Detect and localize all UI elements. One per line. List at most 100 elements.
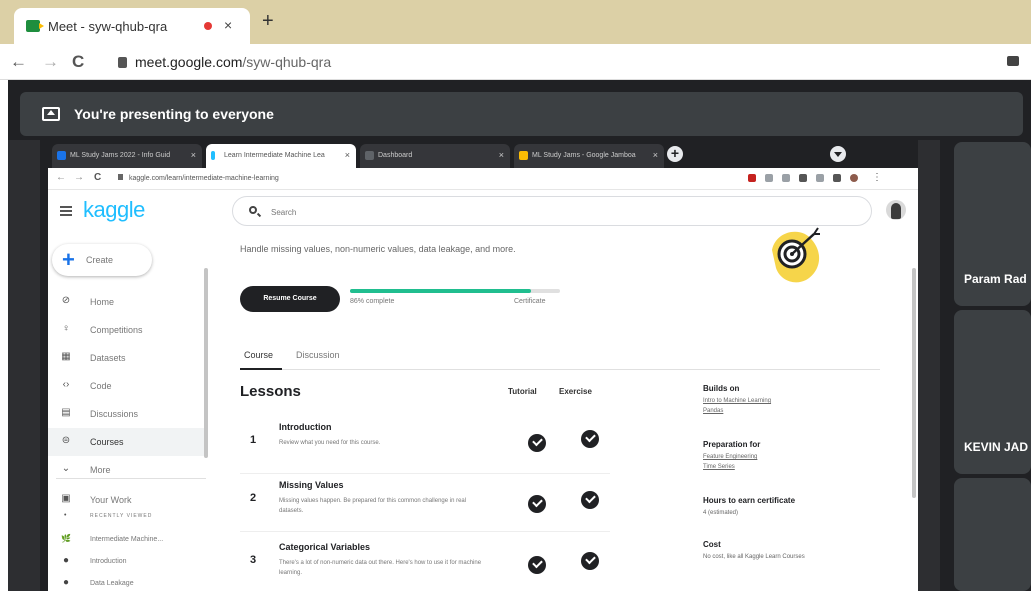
shared-address-bar: ← → C kaggle.com/learn/intermediate-mach… bbox=[48, 168, 918, 190]
new-tab-button[interactable]: + bbox=[262, 10, 274, 33]
tab-course[interactable]: Course bbox=[244, 350, 273, 360]
lesson-title[interactable]: Introduction bbox=[279, 422, 332, 432]
tutorial-complete-check-icon[interactable] bbox=[528, 434, 546, 452]
builds-on-heading: Builds on bbox=[703, 384, 740, 393]
lesson-number: 2 bbox=[250, 492, 257, 504]
lesson-description: Missing values happen. Be prepared for t… bbox=[279, 498, 467, 514]
shared-tab-active[interactable]: Learn Intermediate Machine Lea × bbox=[206, 144, 356, 168]
recently-viewed-label: RECENTLY VIEWED bbox=[90, 513, 153, 519]
presenting-banner: You're presenting to everyone bbox=[20, 92, 1023, 136]
tab-discussion[interactable]: Discussion bbox=[296, 350, 340, 360]
participant-tile[interactable]: Param Rad bbox=[954, 142, 1031, 306]
table-icon: ▦ bbox=[61, 351, 71, 362]
hamburger-menu-icon[interactable] bbox=[60, 206, 72, 216]
progress-bar-fill bbox=[350, 289, 531, 293]
media-icon[interactable] bbox=[816, 174, 824, 182]
tutorial-column-header: Tutorial bbox=[508, 387, 537, 396]
participant-tile[interactable] bbox=[954, 478, 1031, 591]
tutorial-complete-check-icon[interactable] bbox=[528, 495, 546, 513]
active-tab-indicator bbox=[240, 368, 282, 370]
sidebar-item-datasets[interactable]: ▦ Datasets bbox=[48, 344, 208, 372]
left-tile-strip bbox=[8, 140, 40, 591]
sidebar-item-more[interactable]: ⌄ More bbox=[48, 456, 208, 484]
recent-dot-icon: • bbox=[64, 512, 67, 519]
kaggle-logo[interactable]: kaggle bbox=[83, 197, 145, 223]
sidebar-item-label: Code bbox=[90, 381, 112, 391]
work-icon: ▣ bbox=[61, 493, 71, 504]
browser-menu-icon[interactable]: ⋮ bbox=[872, 172, 882, 183]
sidebar-item-home[interactable]: ⊘ Home bbox=[48, 288, 208, 316]
star-icon[interactable] bbox=[782, 174, 790, 182]
forward-arrow-icon[interactable]: → bbox=[74, 172, 84, 183]
chevron-down-icon: ⌄ bbox=[61, 463, 71, 474]
search-icon bbox=[249, 206, 257, 214]
user-avatar[interactable] bbox=[886, 200, 906, 220]
participant-tile[interactable]: KEVIN JAD bbox=[954, 310, 1031, 474]
cost-heading: Cost bbox=[703, 540, 721, 549]
lock-icon bbox=[118, 57, 127, 68]
shared-new-tab-button[interactable]: + bbox=[667, 146, 683, 162]
close-tab-icon[interactable]: × bbox=[191, 150, 196, 160]
sidebar-icon[interactable] bbox=[833, 174, 841, 182]
lesson-row[interactable]: 1 Introduction Review what you need for … bbox=[240, 416, 610, 474]
recent-item[interactable]: ● Data Leakage bbox=[48, 570, 208, 591]
back-arrow-icon[interactable]: ← bbox=[10, 52, 27, 72]
builds-on-link[interactable]: Pandas bbox=[703, 408, 723, 414]
close-tab-icon[interactable]: × bbox=[653, 150, 658, 160]
url-field[interactable]: meet.google.com/syw-qhub-qra bbox=[118, 54, 331, 70]
profile-avatar[interactable] bbox=[850, 174, 858, 182]
browser-address-bar: ← → C meet.google.com/syw-qhub-qra bbox=[0, 44, 1031, 80]
forward-arrow-icon[interactable]: → bbox=[42, 52, 59, 72]
create-button[interactable]: + Create bbox=[52, 244, 152, 276]
participant-name: Param Rad bbox=[964, 272, 1027, 286]
tab-search-icon[interactable] bbox=[830, 146, 846, 162]
extension-icon[interactable] bbox=[748, 174, 756, 182]
course-tabs: Course Discussion bbox=[240, 342, 880, 370]
lesson-number: 3 bbox=[250, 554, 257, 566]
browser-tab-bar: Meet - syw-qhub-qra × + bbox=[0, 0, 1031, 44]
extensions-puzzle-icon[interactable] bbox=[799, 174, 807, 182]
exercise-complete-check-icon[interactable] bbox=[581, 430, 599, 448]
lessons-heading: Lessons bbox=[240, 383, 301, 400]
lesson-description: There's a lot of non-numeric data out th… bbox=[279, 560, 482, 576]
back-arrow-icon[interactable]: ← bbox=[56, 172, 66, 183]
sidebar-scrollbar[interactable] bbox=[204, 268, 208, 458]
close-tab-icon[interactable]: × bbox=[345, 150, 350, 160]
shared-url-field[interactable]: kaggle.com/learn/intermediate-machine-le… bbox=[118, 174, 279, 182]
hours-heading: Hours to earn certificate bbox=[703, 496, 796, 505]
recent-item-label: Introduction bbox=[90, 558, 127, 565]
sidebar-item-competitions[interactable]: ♀ Competitions bbox=[48, 316, 208, 344]
shared-tab[interactable]: ML Study Jams - Google Jamboa × bbox=[514, 144, 664, 168]
lesson-title[interactable]: Categorical Variables bbox=[279, 542, 370, 552]
sidebar-item-your-work[interactable]: ▣ Your Work bbox=[48, 486, 208, 514]
lesson-row[interactable]: 2 Missing Values Missing values happen. … bbox=[240, 474, 610, 532]
lesson-title[interactable]: Missing Values bbox=[279, 480, 344, 490]
preparation-link[interactable]: Feature Engineering bbox=[703, 454, 757, 460]
exercise-complete-check-icon[interactable] bbox=[581, 491, 599, 509]
reload-icon[interactable]: C bbox=[72, 52, 84, 72]
main-scrollbar[interactable] bbox=[912, 268, 916, 498]
lesson-description: Review what you need for this course. bbox=[279, 440, 381, 446]
share-icon[interactable] bbox=[765, 174, 773, 182]
reload-icon[interactable]: C bbox=[94, 172, 101, 183]
browser-tab-meet[interactable]: Meet - syw-qhub-qra × bbox=[14, 8, 250, 44]
tutorial-complete-check-icon[interactable] bbox=[528, 556, 546, 574]
participant-name: KEVIN JAD bbox=[964, 440, 1029, 454]
close-tab-icon[interactable]: × bbox=[224, 17, 232, 33]
present-screen-icon bbox=[42, 107, 60, 121]
exercise-complete-check-icon[interactable] bbox=[581, 552, 599, 570]
progress-label: 86% complete bbox=[350, 298, 395, 305]
shared-tab[interactable]: Dashboard × bbox=[360, 144, 510, 168]
sidebar-item-label: Datasets bbox=[90, 353, 126, 363]
sidebar-item-code[interactable]: ‹› Code bbox=[48, 372, 208, 400]
extension-icon[interactable] bbox=[1007, 56, 1019, 66]
exercise-column-header: Exercise bbox=[559, 387, 592, 396]
shared-tab[interactable]: ML Study Jams 2022 - Info Guid × bbox=[52, 144, 202, 168]
preparation-link[interactable]: Time Series bbox=[703, 464, 735, 470]
sidebar-item-discussions[interactable]: ▤ Discussions bbox=[48, 400, 208, 428]
builds-on-link[interactable]: Intro to Machine Learning bbox=[703, 398, 771, 404]
close-tab-icon[interactable]: × bbox=[499, 150, 504, 160]
resume-course-button[interactable]: Resume Course bbox=[240, 286, 340, 312]
lesson-row[interactable]: 3 Categorical Variables There's a lot of… bbox=[240, 536, 610, 591]
sidebar-item-courses[interactable]: ⊜ Courses bbox=[48, 428, 208, 456]
